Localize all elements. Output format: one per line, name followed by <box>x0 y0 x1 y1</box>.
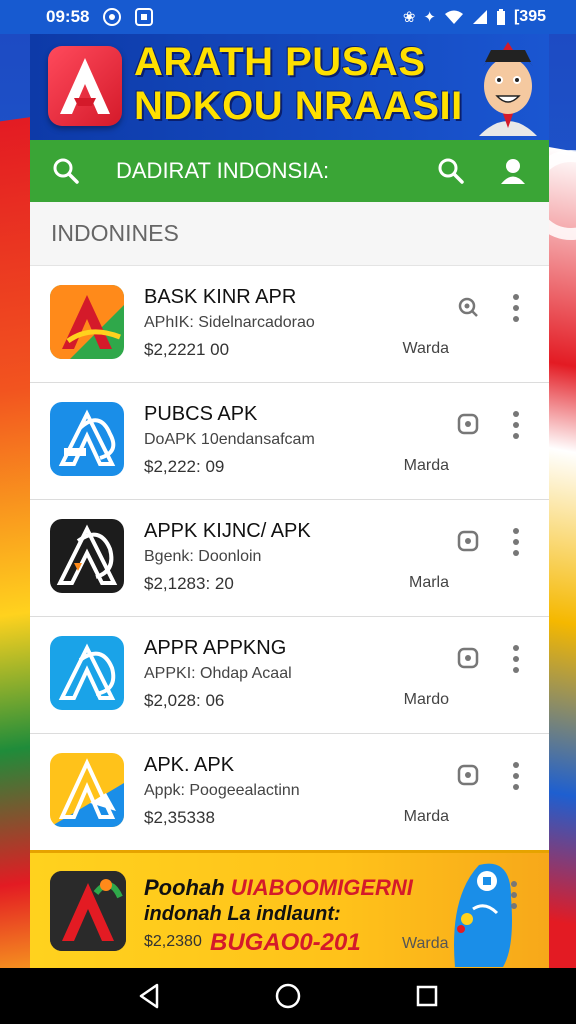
promo-card[interactable]: Poohah UIABOOMIGERNI indonah La indlaunt… <box>30 850 549 968</box>
app-status: Marla <box>408 574 449 591</box>
search-circle-icon[interactable] <box>457 296 479 318</box>
notification-icon <box>103 8 122 26</box>
app-status: Warda <box>402 340 449 357</box>
recents-icon <box>416 985 437 1007</box>
app-status: Marda <box>403 457 449 474</box>
home-icon <box>275 983 301 1009</box>
square-icon[interactable] <box>457 764 479 786</box>
app-price: $2,222: 09 <box>144 457 225 476</box>
status-bar: 09:58 ❀ ✦ [395 <box>0 0 576 34</box>
screenshot-icon <box>135 8 154 26</box>
app-subtitle: APPKI: Ohdap Acaal <box>144 665 292 682</box>
navigation-bar <box>0 968 576 1024</box>
app-price: $2,35338 <box>144 808 215 827</box>
home-button[interactable] <box>268 976 308 1016</box>
battery-icon <box>496 8 505 25</box>
list-item[interactable]: APK. APK Appk: Poogeealactinn $2,35338 M… <box>30 734 549 851</box>
app-name: PUBCS APK <box>144 403 258 425</box>
promo-mascot-illustration <box>454 863 512 967</box>
mascot-illustration <box>479 42 537 136</box>
promo-title-highlight: UIABOOMIGERNI <box>230 875 413 900</box>
status-time: 09:58 <box>46 7 90 26</box>
logo-a-icon <box>60 58 110 114</box>
app-status: Marda <box>403 808 449 825</box>
list-item[interactable]: PUBCS APK DoAPK 10endansafcam $2,222: 09… <box>30 383 549 500</box>
back-button[interactable] <box>129 976 169 1016</box>
recents-button[interactable] <box>407 976 447 1016</box>
app-subtitle: Bgenk: Doonloin <box>144 548 262 565</box>
square-icon[interactable] <box>457 530 479 552</box>
banner-title: ARATH PUSAS NDKOU NRAASII <box>134 40 464 128</box>
banner-title-line1: ARATH PUSAS <box>134 40 426 84</box>
vibrate-icon: ❀ <box>402 9 416 26</box>
promo-app-icon <box>50 871 126 951</box>
app-name: BASK KINR APR <box>144 286 297 308</box>
app-icon <box>50 519 124 593</box>
more-options-icon[interactable] <box>509 645 523 673</box>
header-banner: ARATH PUSAS NDKOU NRAASII <box>30 34 549 140</box>
app-price: $2,1283: 20 <box>144 574 234 593</box>
app-price: $2,028: 06 <box>144 691 225 710</box>
list-item[interactable]: BASK KINR APR APhIK: Sidelnarcadorao $2,… <box>30 266 549 383</box>
promo-subtitle: indonah La indlaunt: <box>144 903 341 925</box>
more-options-icon[interactable] <box>507 881 521 909</box>
promo-code: BUGAO0-201 <box>210 929 361 956</box>
more-options-icon[interactable] <box>509 411 523 439</box>
app-bar: DADIRAT INDONSIA: <box>30 140 549 202</box>
app-price: $2,2221 00 <box>144 340 230 359</box>
app-icon <box>50 402 124 476</box>
search-icon[interactable] <box>46 151 86 191</box>
battery-text: [395 <box>513 8 546 25</box>
app-subtitle: Appk: Poogeealactinn <box>144 782 300 799</box>
user-icon <box>501 159 525 184</box>
app-subtitle: APhIK: Sidelnarcadorao <box>144 314 315 331</box>
app-name: APPR APPKNG <box>144 637 287 659</box>
signal-icon <box>472 10 487 24</box>
more-options-icon[interactable] <box>509 528 523 556</box>
app-icon <box>50 285 124 359</box>
app-icon <box>50 636 124 710</box>
list-item[interactable]: APPR APPKNG APPKI: Ohdap Acaal $2,028: 0… <box>30 617 549 734</box>
back-icon <box>140 983 159 1009</box>
wifi-icon <box>444 10 463 24</box>
banner-title-line2: NDKOU NRAASII <box>134 84 463 128</box>
promo-title-prefix: Poohah <box>144 875 231 900</box>
app-subtitle: DoAPK 10endansafcam <box>144 431 315 448</box>
more-options-icon[interactable] <box>509 294 523 322</box>
promo-price: $2,2380 <box>144 933 202 950</box>
app-name: APPK KIJNC/ APK <box>144 520 311 542</box>
app-icon <box>50 753 124 827</box>
app-name: APK. APK <box>144 754 235 776</box>
search-icon <box>438 158 464 184</box>
more-options-icon[interactable] <box>509 762 523 790</box>
app-status: Mardo <box>403 691 449 708</box>
profile-button[interactable] <box>493 151 533 191</box>
promo-status: Warda <box>402 935 449 952</box>
section-header: INDONINES <box>30 202 549 266</box>
promo-title: Poohah UIABOOMIGERNI <box>144 875 413 901</box>
list-item[interactable]: APPK KIJNC/ APK Bgenk: Doonloin $2,1283:… <box>30 500 549 617</box>
square-icon[interactable] <box>457 413 479 435</box>
bluetooth-icon: ✦ <box>423 9 436 26</box>
square-icon[interactable] <box>457 647 479 669</box>
search-button[interactable] <box>431 151 471 191</box>
app-bar-title: DADIRAT INDONSIA: <box>116 158 330 183</box>
app-logo <box>48 46 122 126</box>
